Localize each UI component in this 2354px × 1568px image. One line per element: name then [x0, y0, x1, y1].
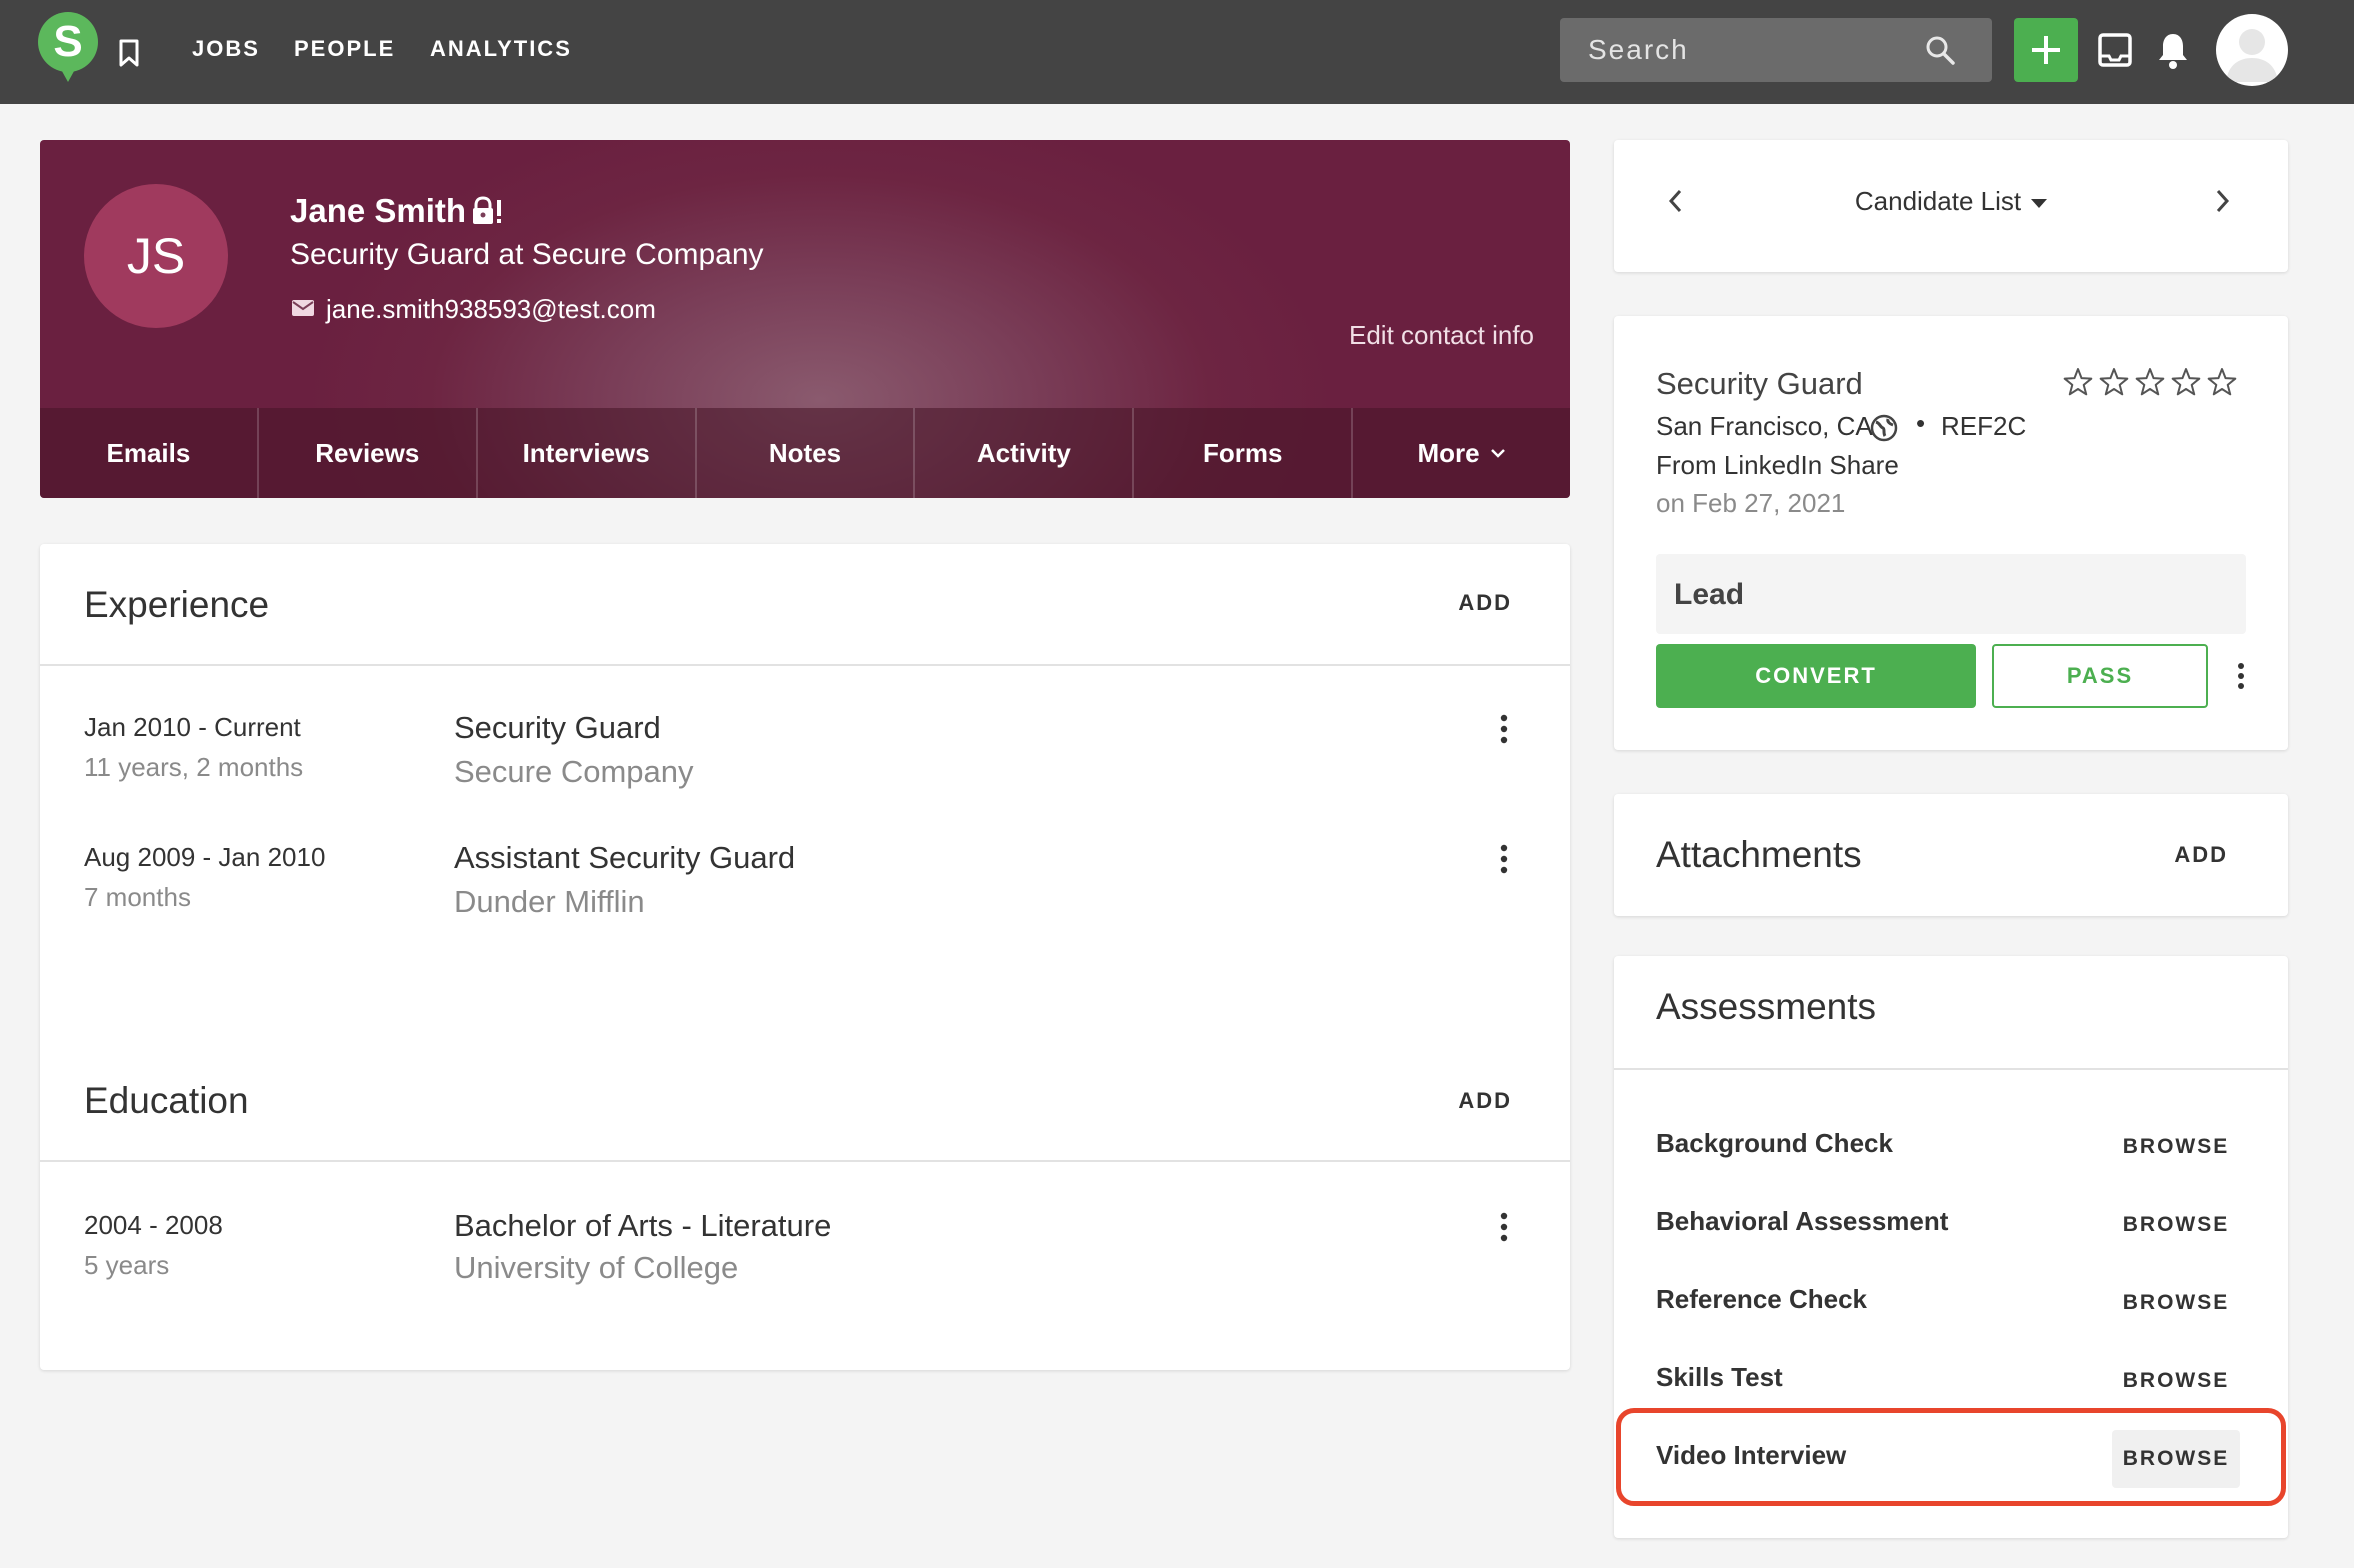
- tab-more[interactable]: More: [1353, 408, 1570, 498]
- candidate-tabs: Emails Reviews Interviews Notes Activity…: [40, 408, 1570, 498]
- tab-interviews[interactable]: Interviews: [478, 408, 697, 498]
- star-icon[interactable]: [2207, 368, 2237, 396]
- education-title: Education: [84, 1080, 249, 1121]
- app-logo[interactable]: S: [36, 12, 100, 84]
- bell-icon[interactable]: [2156, 30, 2190, 70]
- assessment-behavioral: Behavioral Assessment: [1656, 1206, 1949, 1236]
- assessment-skills-test: Skills Test: [1656, 1362, 1783, 1392]
- more-options-icon[interactable]: [2236, 662, 2246, 690]
- tab-notes[interactable]: Notes: [697, 408, 916, 498]
- more-options-icon[interactable]: [1498, 844, 1510, 874]
- search-input[interactable]: [1588, 30, 1928, 70]
- browse-button[interactable]: BROWSE: [2112, 1196, 2240, 1254]
- attachments-card: Attachments ADD: [1614, 794, 2288, 916]
- job-application-card: Security Guard San Francisco, CA • REF2C…: [1614, 316, 2288, 750]
- logo-letter: S: [38, 12, 98, 72]
- nav-people[interactable]: PEOPLE: [294, 36, 395, 62]
- profile-details-card: Experience ADD Jan 2010 - Current 11 yea…: [40, 544, 1570, 1370]
- candidate-headline: Security Guard at Secure Company: [290, 238, 764, 271]
- rating-stars[interactable]: [2062, 366, 2242, 400]
- tab-reviews[interactable]: Reviews: [259, 408, 478, 498]
- nav-jobs[interactable]: JOBS: [192, 36, 260, 62]
- star-icon[interactable]: [2063, 368, 2093, 396]
- add-new-button[interactable]: [2014, 18, 2078, 82]
- search-box: [1560, 18, 1992, 82]
- job-applied-date: on Feb 27, 2021: [1656, 488, 1846, 518]
- chevron-right-icon[interactable]: [2214, 188, 2232, 214]
- nav-analytics[interactable]: ANALYTICS: [430, 36, 572, 62]
- more-options-icon[interactable]: [1498, 1212, 1510, 1242]
- edit-contact-info-link[interactable]: Edit contact info: [1349, 320, 1534, 351]
- more-options-icon[interactable]: [1498, 714, 1510, 744]
- add-education-button[interactable]: ADD: [1458, 1088, 1512, 1114]
- chevron-down-icon: [1490, 449, 1505, 458]
- star-icon[interactable]: [2099, 368, 2129, 396]
- bookmark-icon[interactable]: [117, 38, 141, 68]
- candidate-name: Jane Smith: [290, 192, 467, 229]
- tab-activity[interactable]: Activity: [915, 408, 1135, 498]
- top-navigation-bar: S JOBS PEOPLE ANALYTICS: [0, 0, 2354, 104]
- candidate-list-nav: Candidate List: [1614, 140, 2288, 272]
- candidate-avatar: JS: [84, 184, 228, 328]
- job-title: Security Guard: [1656, 366, 1863, 401]
- tab-forms[interactable]: Forms: [1134, 408, 1354, 498]
- globe-icon: [1870, 414, 1898, 442]
- pass-button[interactable]: PASS: [1992, 644, 2208, 708]
- add-attachment-button[interactable]: ADD: [2174, 842, 2228, 868]
- star-icon[interactable]: [2135, 368, 2165, 396]
- candidate-list-dropdown[interactable]: Candidate List: [1614, 186, 2288, 217]
- lock-alert-icon[interactable]: [470, 196, 504, 226]
- job-location: San Francisco, CA: [1656, 411, 1873, 441]
- convert-button[interactable]: CONVERT: [1656, 644, 1976, 708]
- email-icon: [292, 300, 314, 316]
- caret-down-icon: [2031, 198, 2048, 208]
- browse-button[interactable]: BROWSE: [2112, 1274, 2240, 1332]
- highlight-annotation: [1616, 1408, 2286, 1506]
- browse-button[interactable]: BROWSE: [2112, 1352, 2240, 1410]
- assessment-background-check: Background Check: [1656, 1128, 1893, 1158]
- tab-emails[interactable]: Emails: [40, 408, 259, 498]
- user-icon: [2226, 29, 2278, 82]
- job-ref-code: REF2C: [1941, 411, 2027, 441]
- stage-indicator[interactable]: Lead: [1656, 554, 2246, 634]
- attachments-title: Attachments: [1656, 834, 1862, 875]
- candidate-email-link[interactable]: jane.smith938593@test.com: [326, 294, 656, 325]
- add-experience-button[interactable]: ADD: [1458, 590, 1512, 616]
- star-icon[interactable]: [2171, 368, 2201, 396]
- plus-icon: [2032, 36, 2060, 64]
- stage-label: Lead: [1674, 578, 1745, 611]
- assessments-title: Assessments: [1656, 986, 1877, 1027]
- user-avatar[interactable]: [2216, 14, 2288, 86]
- inbox-icon[interactable]: [2097, 32, 2133, 68]
- search-icon[interactable]: [1924, 34, 1956, 66]
- experience-title: Experience: [84, 584, 270, 625]
- assessment-reference-check: Reference Check: [1656, 1284, 1867, 1314]
- candidate-header: JS Jane Smith Security Guard at Secure C…: [40, 140, 1570, 498]
- browse-button[interactable]: BROWSE: [2112, 1118, 2240, 1176]
- job-source: From LinkedIn Share: [1656, 450, 1899, 480]
